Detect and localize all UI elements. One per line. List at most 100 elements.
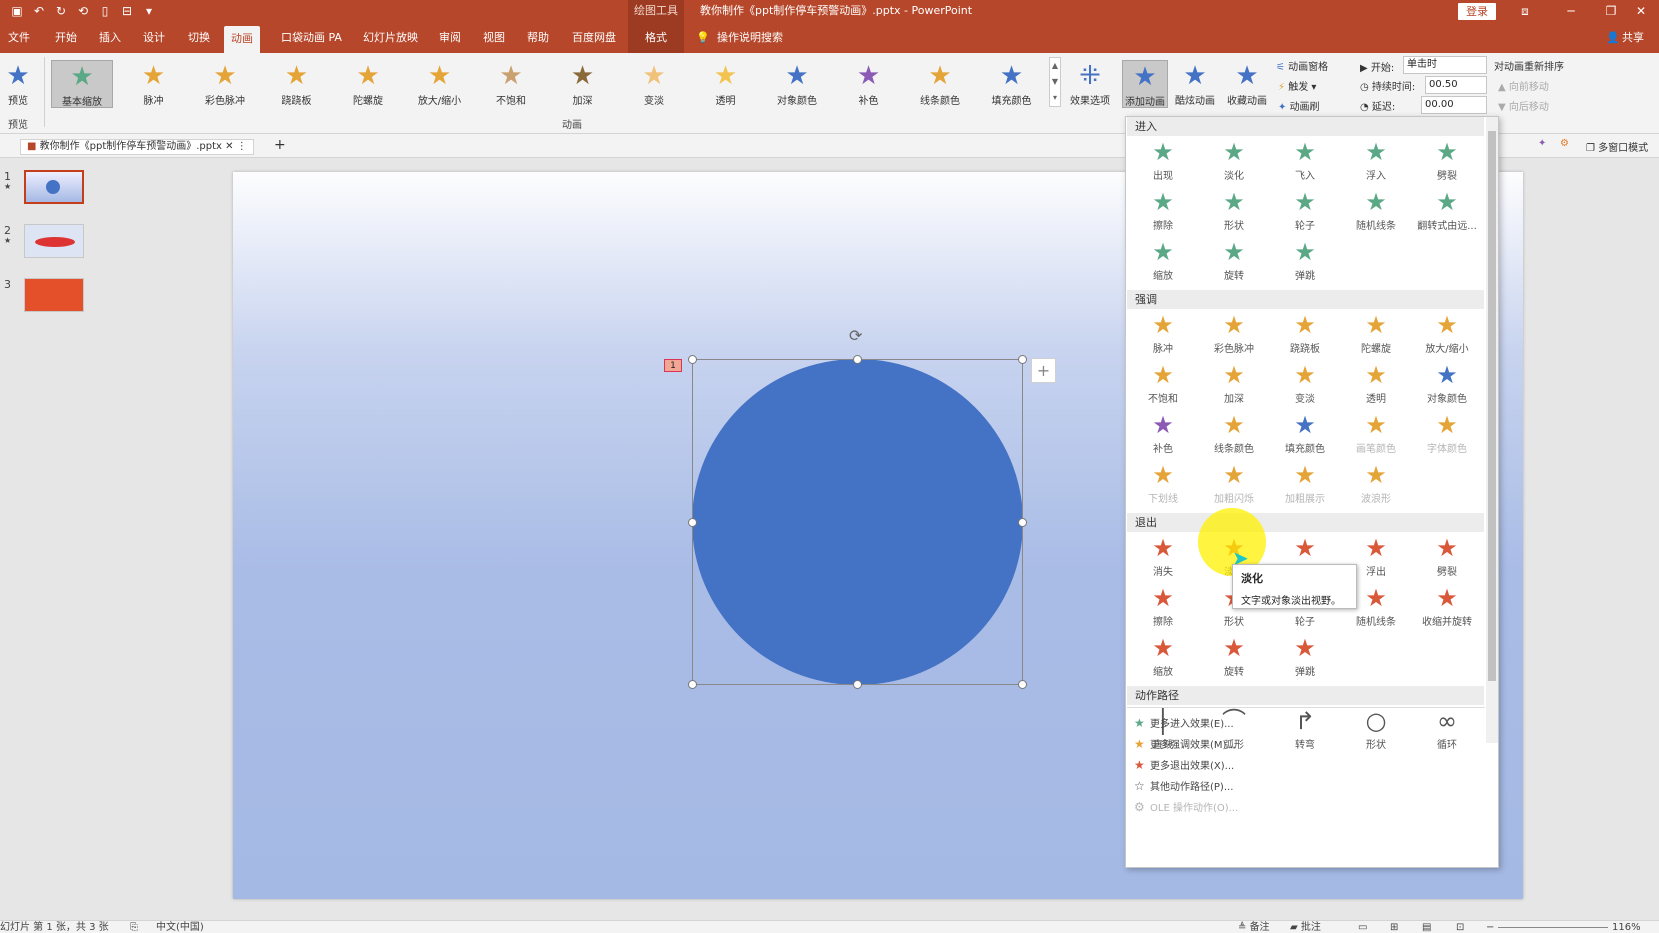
sorter-view-icon[interactable]: ⊞ xyxy=(1390,921,1398,933)
tab-file[interactable]: 文件 xyxy=(8,23,30,53)
tab-help[interactable]: 帮助 xyxy=(527,23,549,53)
resize-handle[interactable] xyxy=(1018,355,1027,364)
gallery-effect-13[interactable]: ★ 填充颜色 xyxy=(981,60,1043,108)
resize-handle[interactable] xyxy=(688,355,697,364)
animation-effect-item[interactable]: ★ 不饱和 xyxy=(1128,361,1198,411)
more-effects-item[interactable]: ★ 更多退出效果(X)... xyxy=(1134,757,1234,772)
animation-effect-item[interactable]: ★ 收缩并旋转 xyxy=(1412,584,1482,634)
animation-effect-item[interactable]: ∞ 循环 xyxy=(1412,707,1482,757)
accessibility-icon[interactable]: ⎘ xyxy=(130,921,138,933)
animation-effect-item[interactable]: ★ 陀螺旋 xyxy=(1341,311,1411,361)
resize-handle[interactable] xyxy=(1018,680,1027,689)
ribbon-display-icon[interactable]: ⧈ xyxy=(1502,0,1548,23)
animation-effect-item[interactable]: ★ 消失 xyxy=(1128,534,1198,584)
gallery-effect-2[interactable]: ★ 彩色脉冲 xyxy=(194,60,256,108)
animation-effect-item[interactable]: ↱ 转弯 xyxy=(1270,707,1340,757)
animation-effect-item[interactable]: ★ 脉冲 xyxy=(1128,311,1198,361)
move-earlier-button[interactable]: ▲ 向前移动 xyxy=(1498,78,1549,93)
resize-handle[interactable] xyxy=(853,355,862,364)
animation-effect-item[interactable]: ★ 跷跷板 xyxy=(1270,311,1340,361)
gallery-effect-6[interactable]: ★ 不饱和 xyxy=(480,60,542,108)
animation-effect-item[interactable]: ★ 形状 xyxy=(1199,188,1269,238)
animation-effect-item[interactable]: ★ 轮子 xyxy=(1270,188,1340,238)
resize-handle[interactable] xyxy=(853,680,862,689)
animation-effect-item[interactable]: ★ 擦除 xyxy=(1128,584,1198,634)
zoom-out-icon[interactable]: − xyxy=(1486,921,1494,933)
more-effects-item[interactable]: ☆ 其他动作路径(P)... xyxy=(1134,778,1233,793)
share-button[interactable]: 共享 xyxy=(1622,23,1644,53)
gallery-effect-3[interactable]: ★ 跷跷板 xyxy=(266,60,328,108)
gear-icon[interactable]: ⚙ xyxy=(1560,138,1569,149)
animation-effect-item[interactable]: ★ 变淡 xyxy=(1270,361,1340,411)
zoom-level[interactable]: 116% xyxy=(1612,921,1641,933)
close-icon[interactable]: ✕ xyxy=(1618,0,1659,23)
trigger-button[interactable]: ⚡ 触发 ▾ xyxy=(1278,78,1316,93)
tab-design[interactable]: 设计 xyxy=(143,23,165,53)
notes-button[interactable]: ≜ 备注 xyxy=(1238,921,1270,933)
more-effects-item[interactable]: ★ 更多强调效果(M)... xyxy=(1134,736,1236,751)
duration-input[interactable]: 00.50 xyxy=(1425,76,1487,94)
favorite-animation-button[interactable]: ★ 收藏动画 xyxy=(1222,60,1272,108)
rotate-handle-icon[interactable]: ⟳ xyxy=(849,326,862,345)
gallery-effect-0[interactable]: ★ 基本缩放 xyxy=(51,60,113,108)
move-later-button[interactable]: ▼ 向后移动 xyxy=(1498,98,1549,113)
tab-baidu-netdisk[interactable]: 百度网盘 xyxy=(572,23,616,53)
tab-animations[interactable]: 动画 xyxy=(224,26,260,53)
tab-insert[interactable]: 插入 xyxy=(99,23,121,53)
animation-effect-item[interactable]: ★ 弹跳 xyxy=(1270,238,1340,288)
animation-effect-item[interactable]: ★ 随机线条 xyxy=(1341,188,1411,238)
gallery-effect-8[interactable]: ★ 变淡 xyxy=(623,60,685,108)
tab-slideshow[interactable]: 幻灯片放映 xyxy=(363,23,418,53)
tab-home[interactable]: 开始 xyxy=(55,23,77,53)
resize-handle[interactable] xyxy=(688,518,697,527)
preview-button[interactable]: ★ 预览 xyxy=(0,60,36,108)
dropdown-scroll-thumb[interactable] xyxy=(1488,131,1496,681)
animation-effect-item[interactable]: ○ 形状 xyxy=(1341,707,1411,757)
gallery-effect-4[interactable]: ★ 陀螺旋 xyxy=(337,60,399,108)
animation-effect-item[interactable]: ★ 旋转 xyxy=(1199,634,1269,684)
zoom-slider[interactable] xyxy=(1498,927,1608,928)
animation-effect-item[interactable]: ★ 线条颜色 xyxy=(1199,411,1269,461)
animation-effect-item[interactable]: ★ 翻转式由远... xyxy=(1412,188,1482,238)
animation-effect-item[interactable]: ★ 淡化 xyxy=(1199,138,1269,188)
comments-button[interactable]: ▰ 批注 xyxy=(1290,921,1321,933)
animation-effect-item[interactable]: ★ 擦除 xyxy=(1128,188,1198,238)
animation-effect-item[interactable]: ★ 缩放 xyxy=(1128,634,1198,684)
tab-format[interactable]: 格式 xyxy=(628,23,684,53)
close-tab-icon[interactable]: ✕ ⋮ xyxy=(225,141,247,152)
resize-handle[interactable] xyxy=(688,680,697,689)
slide-thumb-3[interactable] xyxy=(24,278,84,312)
animation-effect-item[interactable]: ★ 弹跳 xyxy=(1270,634,1340,684)
animation-effect-item[interactable]: ★ 旋转 xyxy=(1199,238,1269,288)
language[interactable]: 中文(中国) xyxy=(156,921,204,933)
tab-view[interactable]: 视图 xyxy=(483,23,505,53)
customize-icon[interactable]: ▾ xyxy=(140,3,158,19)
tab-transitions[interactable]: 切换 xyxy=(188,23,210,53)
gallery-effect-10[interactable]: ★ 对象颜色 xyxy=(766,60,828,108)
effect-options-button[interactable]: ⁜ 效果选项 xyxy=(1064,60,1116,108)
animation-effect-item[interactable]: ★ 加深 xyxy=(1199,361,1269,411)
animation-effect-item[interactable]: ★ 放大/缩小 xyxy=(1412,311,1482,361)
new-file-icon[interactable]: ▯ xyxy=(96,3,114,19)
save-icon[interactable]: ▣ xyxy=(8,3,26,19)
gallery-effect-1[interactable]: ★ 脉冲 xyxy=(123,60,185,108)
animation-effect-item[interactable]: ★ 缩放 xyxy=(1128,238,1198,288)
delay-input[interactable]: 00.00 xyxy=(1421,96,1487,114)
reading-view-icon[interactable]: ▤ xyxy=(1422,921,1431,933)
gallery-effect-9[interactable]: ★ 透明 xyxy=(695,60,757,108)
start-select[interactable]: 单击时 xyxy=(1403,56,1487,74)
undo-icon[interactable]: ↶ xyxy=(30,3,48,19)
animation-effect-item[interactable]: ★ 出现 xyxy=(1128,138,1198,188)
resize-handle[interactable] xyxy=(1018,518,1027,527)
more-effects-item[interactable]: ★ 更多进入效果(E)... xyxy=(1134,715,1234,730)
gallery-effect-11[interactable]: ★ 补色 xyxy=(838,60,900,108)
login-button[interactable]: 登录 xyxy=(1458,3,1496,20)
animation-effect-item[interactable]: ★ 劈裂 xyxy=(1412,534,1482,584)
animation-pane-button[interactable]: ⚟ 动画窗格 xyxy=(1276,58,1328,73)
slideshow-view-icon[interactable]: ⊡ xyxy=(1456,921,1464,933)
animation-effect-item[interactable]: ★ 彩色脉冲 xyxy=(1199,311,1269,361)
tell-me-search[interactable]: 操作说明搜索 xyxy=(717,23,783,53)
animation-effect-item[interactable]: ★ 浮入 xyxy=(1341,138,1411,188)
animation-effect-item[interactable]: ★ 劈裂 xyxy=(1412,138,1482,188)
slide-thumb-1[interactable] xyxy=(24,170,84,204)
